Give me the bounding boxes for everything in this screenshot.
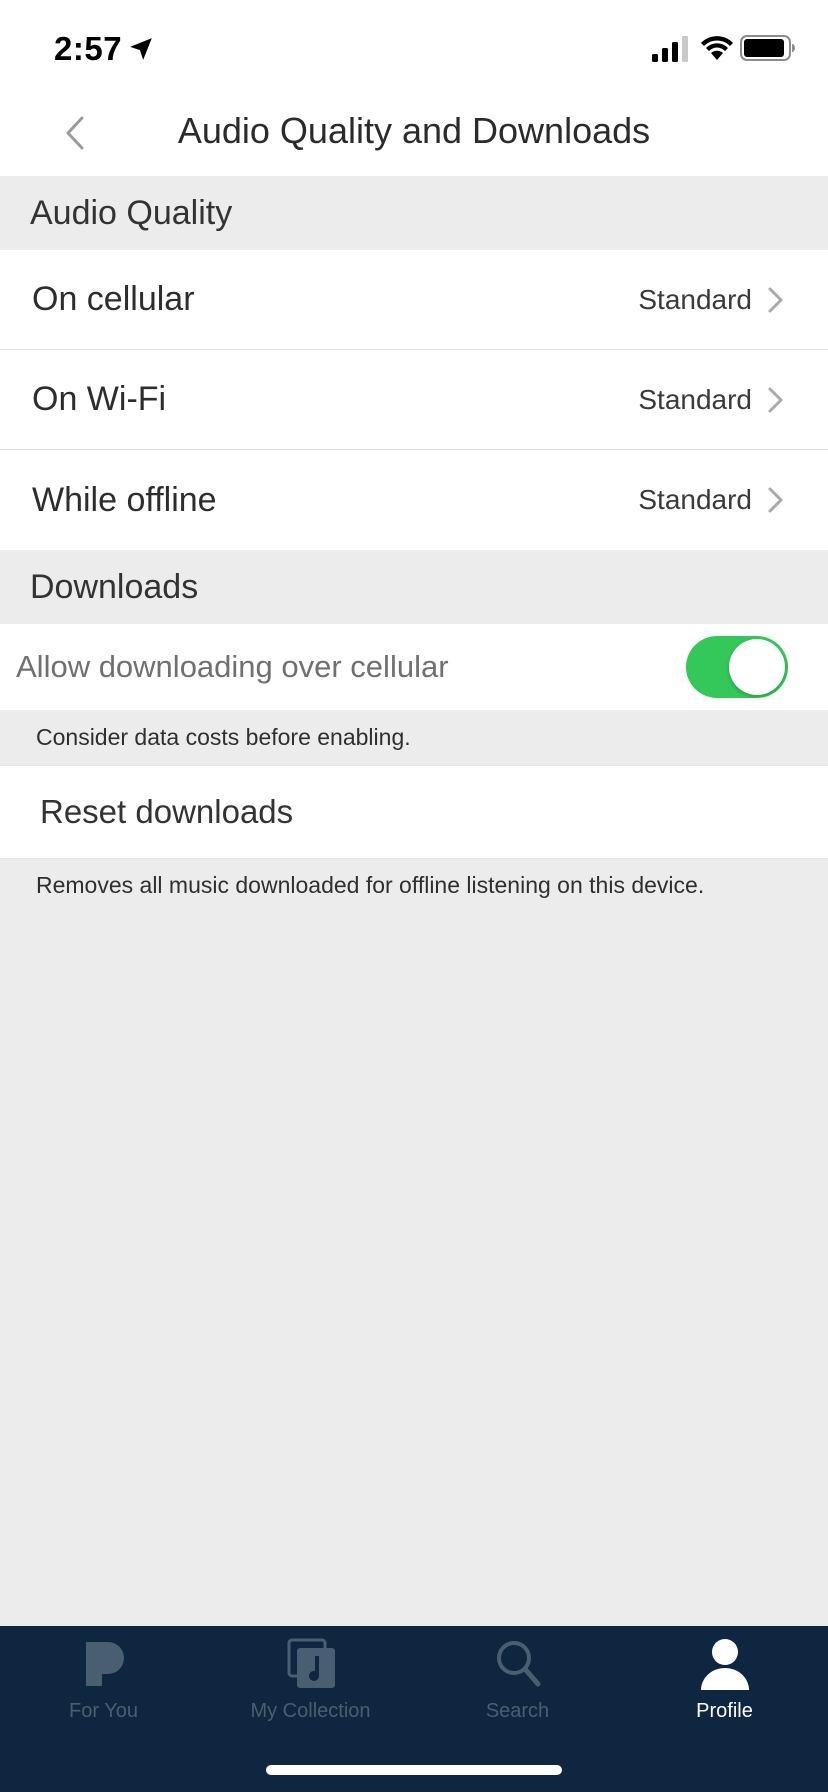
allow-cellular-note: Consider data costs before enabling. bbox=[36, 724, 411, 750]
location-arrow-icon bbox=[130, 38, 152, 60]
tab-search[interactable]: Search bbox=[414, 1626, 621, 1746]
row-label: On Wi-Fi bbox=[32, 380, 167, 418]
status-time: 2:57 bbox=[54, 30, 123, 67]
row-on-wifi[interactable]: On Wi-Fi Standard bbox=[0, 350, 828, 450]
allow-cellular-toggle[interactable] bbox=[686, 636, 788, 698]
search-icon bbox=[496, 1641, 540, 1687]
reset-downloads-note: Removes all music downloaded for offline… bbox=[36, 872, 705, 898]
toggle-label: Allow downloading over cellular bbox=[16, 649, 449, 684]
chevron-right-icon bbox=[768, 287, 783, 312]
row-value: Standard bbox=[638, 484, 752, 515]
wifi-icon bbox=[701, 36, 733, 60]
reset-downloads-button[interactable]: Reset downloads bbox=[0, 765, 828, 859]
row-label: On cellular bbox=[32, 280, 195, 318]
tab-my-collection[interactable]: My Collection bbox=[207, 1626, 414, 1746]
section-header-downloads: Downloads bbox=[0, 550, 828, 624]
row-value: Standard bbox=[638, 283, 752, 315]
tab-label: Search bbox=[485, 1700, 550, 1722]
row-label: While offline bbox=[32, 480, 217, 519]
profile-icon bbox=[700, 1639, 749, 1690]
tab-profile[interactable]: Profile bbox=[621, 1626, 828, 1746]
battery-icon bbox=[740, 35, 795, 61]
row-while-offline[interactable]: While offline Standard bbox=[0, 450, 828, 550]
chevron-right-icon bbox=[768, 487, 783, 513]
row-on-cellular[interactable]: On cellular Standard bbox=[0, 250, 828, 350]
nav-bar: Audio Quality and Downloads bbox=[0, 88, 828, 176]
pandora-icon bbox=[85, 1642, 124, 1686]
toggle-knob bbox=[729, 639, 785, 695]
section-header-audio-quality: Audio Quality bbox=[0, 176, 828, 250]
collection-icon bbox=[287, 1638, 335, 1688]
tab-label: My Collection bbox=[250, 1700, 371, 1722]
chevron-right-icon bbox=[768, 387, 783, 412]
row-value: Standard bbox=[638, 383, 752, 415]
tab-label: Profile bbox=[696, 1700, 753, 1722]
tab-for-you[interactable]: For You bbox=[0, 1626, 207, 1746]
signal-icon bbox=[652, 36, 688, 62]
status-bar: 2:57 bbox=[0, 0, 828, 88]
row-allow-downloading-cellular: Allow downloading over cellular bbox=[0, 624, 828, 710]
home-indicator bbox=[266, 1765, 562, 1775]
tab-label: For You bbox=[69, 1700, 138, 1722]
reset-downloads-label: Reset downloads bbox=[40, 793, 294, 830]
page-title: Audio Quality and Downloads bbox=[177, 110, 651, 151]
